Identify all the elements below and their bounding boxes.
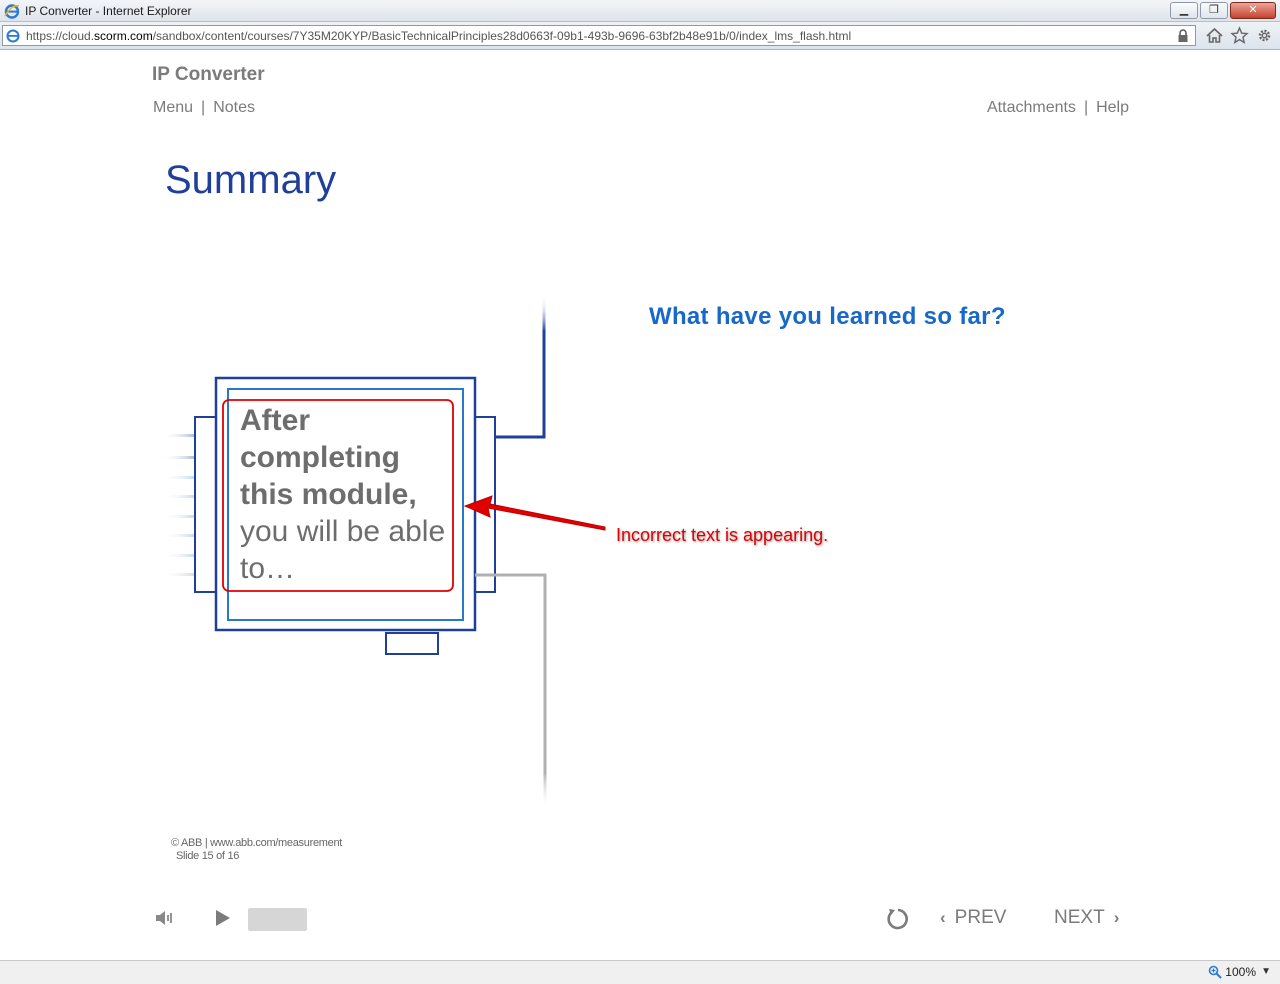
zoom-control[interactable]: 100% (1208, 965, 1256, 979)
zoom-level: 100% (1225, 965, 1256, 979)
chevron-left-icon: ‹ (940, 908, 946, 927)
playback-progress[interactable] (248, 908, 307, 931)
next-label: NEXT (1054, 907, 1105, 928)
volume-icon[interactable] (154, 908, 176, 928)
chip-text-line: you will be able (240, 515, 446, 548)
chip-text: After completing this module, you will b… (240, 402, 455, 587)
browser-statusbar: 100% ▼ (0, 960, 1280, 984)
zoom-dropdown-icon[interactable]: ▼ (1261, 966, 1271, 977)
chip-text-line: completing (240, 441, 401, 474)
slide-question: What have you learned so far? (649, 303, 1006, 330)
play-icon[interactable] (213, 907, 233, 929)
chip-text-line: to… (240, 552, 296, 585)
chip-text-line: this module, (240, 478, 417, 511)
slide-counter: Slide 15 of 16 (176, 850, 240, 862)
prev-button[interactable]: ‹ PREV (940, 907, 1006, 929)
error-annotation: Incorrect text is appearing. (616, 525, 829, 545)
chevron-right-icon: › (1113, 908, 1120, 927)
zoom-magnifier-icon (1208, 965, 1223, 979)
replay-icon[interactable] (885, 906, 911, 932)
prev-label: PREV (954, 907, 1007, 928)
chip-text-line: After (240, 404, 311, 437)
copyright-text: © ABB | www.abb.com/measurement (171, 837, 343, 849)
next-button[interactable]: NEXT › (1054, 907, 1119, 929)
